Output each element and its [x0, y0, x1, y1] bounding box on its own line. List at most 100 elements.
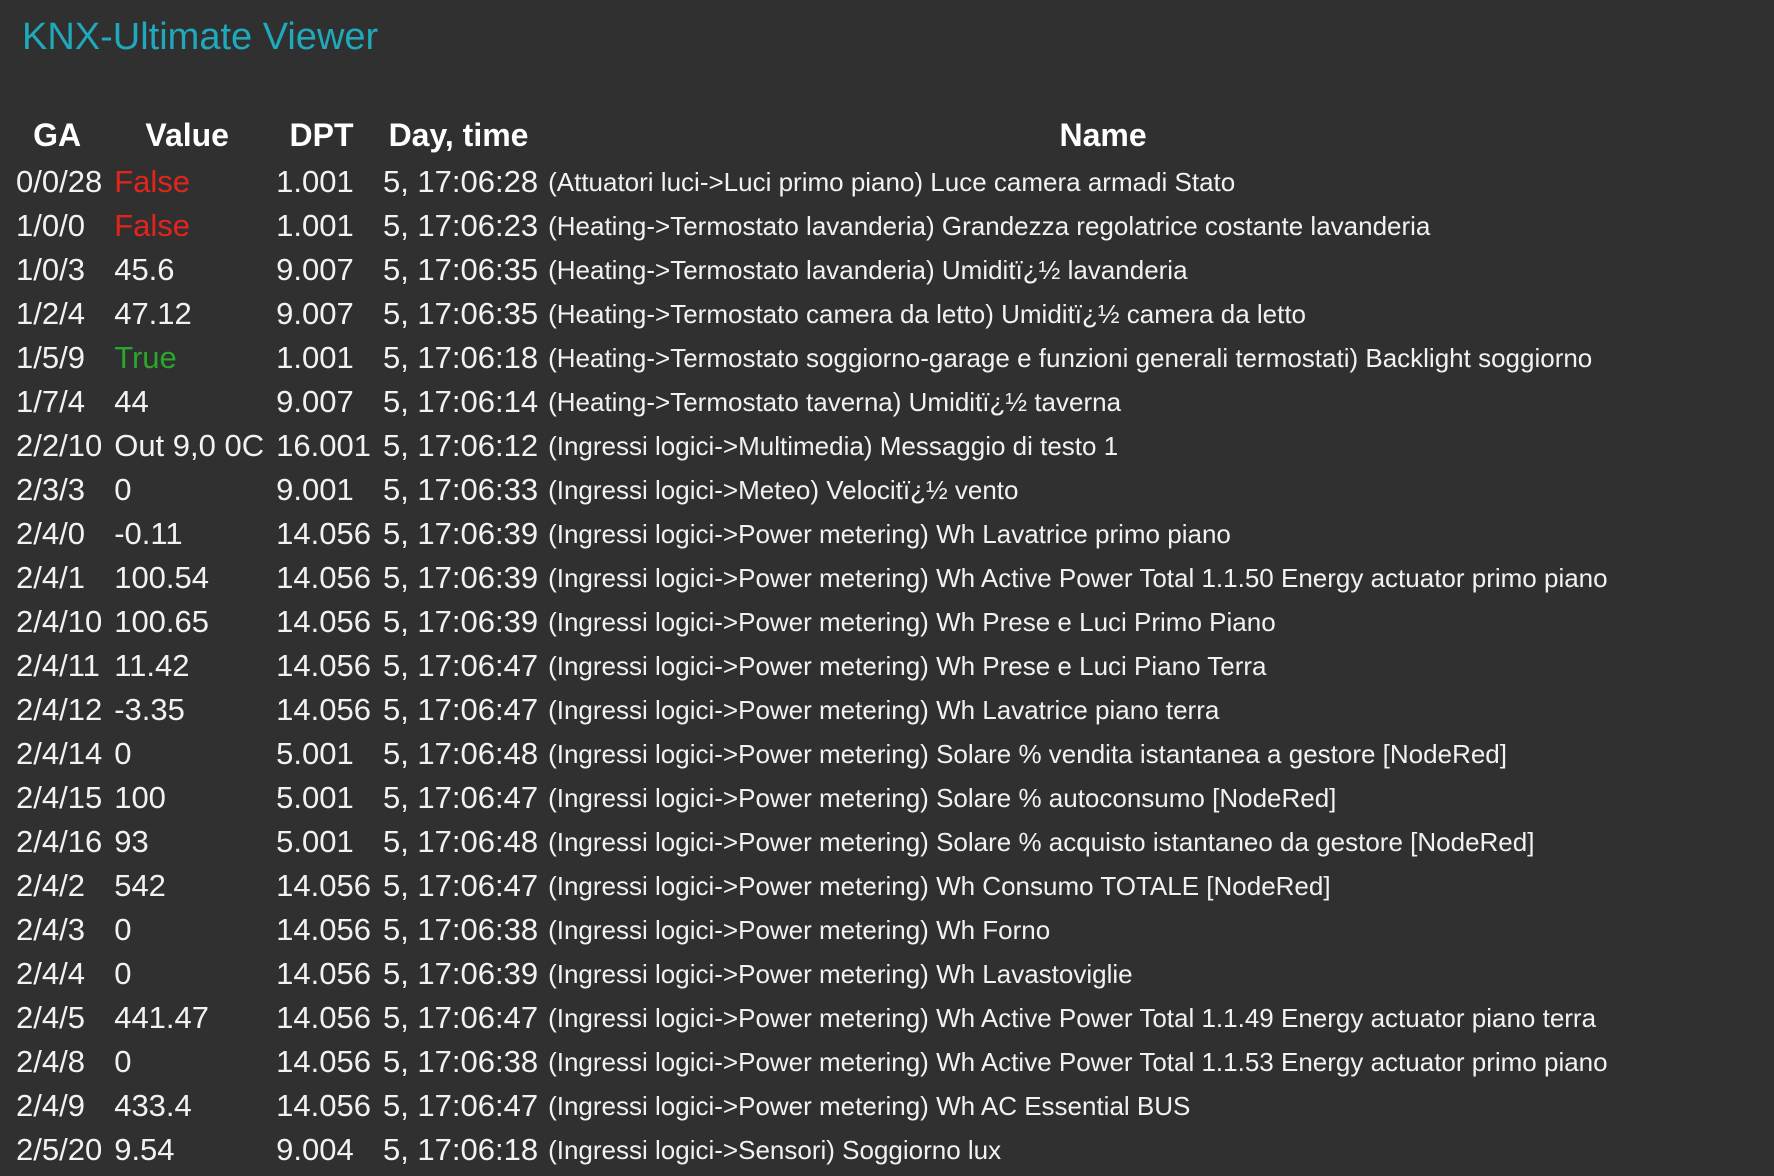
cell-ga: 2/4/2 — [16, 868, 85, 903]
cell-time: 5, 17:06:47 — [382, 868, 539, 903]
column-header-ga[interactable]: GA — [8, 110, 106, 160]
cell-dpt: 9.004 — [276, 1132, 354, 1167]
cell-value: 100.65 — [114, 604, 210, 639]
cell-name: (Ingressi logici->Power metering) Solare… — [548, 826, 1535, 857]
cell-ga: 2/2/10 — [16, 428, 103, 463]
cell-dpt: 14.056 — [276, 956, 371, 991]
cell-ga: 1/7/4 — [16, 384, 85, 419]
table-row[interactable]: 1/5/9 True 1.001 5, 17:06:18 (Heating->Termo… — [8, 336, 1664, 380]
cell-name: (Heating->Termostato soggiorno-garage e … — [548, 342, 1593, 373]
table-row[interactable]: 2/4/16 93 5.001 5, 17:06:48 (Ingressi logici… — [8, 820, 1664, 864]
table-row[interactable]: 2/4/0 -0.11 14.056 5, 17:06:39 (Ingressi log… — [8, 512, 1664, 556]
table-row[interactable]: 2/5/20 9.54 9.004 5, 17:06:18 (Ingressi logi… — [8, 1128, 1664, 1172]
cell-ga: 2/4/9 — [16, 1088, 85, 1123]
cell-value: 100.54 — [114, 560, 210, 595]
table-row[interactable]: 1/7/4 44 9.007 5, 17:06:14 (Heating->Termost… — [8, 380, 1664, 424]
cell-ga: 2/4/10 — [16, 604, 103, 639]
cell-dpt: 14.056 — [276, 648, 371, 683]
cell-name: (Ingressi logici->Power metering) Solare… — [548, 738, 1507, 769]
cell-name: (Ingressi logici->Power metering) Wh Pre… — [548, 606, 1276, 637]
cell-dpt: 9.007 — [276, 296, 354, 331]
cell-dpt: 14.056 — [276, 516, 371, 551]
cell-time: 5, 17:06:39 — [382, 956, 539, 991]
cell-time: 5, 17:06:47 — [382, 1088, 539, 1123]
cell-dpt: 14.056 — [276, 1044, 371, 1079]
cell-time: 5, 17:06:23 — [382, 208, 539, 243]
cell-name: (Ingressi logici->Power metering) Wh Lav… — [548, 694, 1220, 725]
cell-time: 5, 17:06:18 — [382, 340, 539, 375]
table-row[interactable]: 2/4/11 11.42 14.056 5, 17:06:47 (Ingressi lo… — [8, 644, 1664, 688]
cell-name: (Ingressi logici->Multimedia) Messaggio … — [548, 430, 1119, 461]
cell-dpt: 1.001 — [276, 340, 354, 375]
cell-ga: 2/4/16 — [16, 824, 103, 859]
cell-name: (Ingressi logici->Power metering) Wh For… — [548, 914, 1051, 945]
cell-value: False — [114, 164, 191, 199]
cell-ga: 2/5/20 — [16, 1132, 103, 1167]
app-title: KNX-Ultimate Viewer — [22, 16, 379, 58]
cell-time: 5, 17:06:12 — [382, 428, 539, 463]
table-row[interactable]: 1/0/0 False 1.001 5, 17:06:23 (Heating->Term… — [8, 204, 1664, 248]
cell-ga: 2/4/11 — [16, 648, 100, 683]
table-row[interactable]: 2/3/3 0 9.001 5, 17:06:33 (Ingressi logici->… — [8, 468, 1664, 512]
cell-ga: 1/2/4 — [16, 296, 85, 331]
cell-dpt: 9.007 — [276, 252, 354, 287]
cell-value: 45.6 — [114, 252, 175, 287]
cell-name: (Ingressi logici->Sensori) Soggiorno lux — [548, 1134, 1002, 1165]
table-row[interactable]: 2/2/10 Out 9,0 0C 16.001 5, 17:06:12 (Ingres… — [8, 424, 1664, 468]
cell-name: (Ingressi logici->Power metering) Wh Lav… — [548, 958, 1133, 989]
table-body: 0/0/28 False 1.001 5, 17:06:28 (Attuatori lu… — [8, 160, 1664, 1172]
cell-ga: 0/0/28 — [16, 164, 103, 199]
column-header-time[interactable]: Day, time — [375, 110, 542, 160]
cell-ga: 2/4/15 — [16, 780, 103, 815]
cell-ga: 2/4/14 — [16, 736, 103, 771]
table-row[interactable]: 1/0/3 45.6 9.007 5, 17:06:35 (Heating->Termo… — [8, 248, 1664, 292]
column-header-value[interactable]: Value — [106, 110, 268, 160]
table-row[interactable]: 2/4/3 0 14.056 5, 17:06:38 (Ingressi logici-… — [8, 908, 1664, 952]
table-row[interactable]: 2/4/10 100.65 14.056 5, 17:06:39 (Ingressi l… — [8, 600, 1664, 644]
table-row[interactable]: 2/4/5 441.47 14.056 5, 17:06:47 (Ingressi lo… — [8, 996, 1664, 1040]
cell-ga: 2/4/1 — [16, 560, 85, 595]
cell-time: 5, 17:06:48 — [382, 824, 539, 859]
cell-ga: 1/0/0 — [16, 208, 85, 243]
cell-time: 5, 17:06:33 — [382, 472, 539, 507]
cell-time: 5, 17:06:47 — [382, 692, 539, 727]
cell-time: 5, 17:06:14 — [382, 384, 539, 419]
cell-value: 0 — [114, 956, 132, 991]
table-row[interactable]: 2/4/12 -3.35 14.056 5, 17:06:47 (Ingressi lo… — [8, 688, 1664, 732]
table-row[interactable]: 2/4/1 100.54 14.056 5, 17:06:39 (Ingressi lo… — [8, 556, 1664, 600]
cell-value: 93 — [114, 824, 149, 859]
cell-ga: 1/5/9 — [16, 340, 85, 375]
cell-dpt: 14.056 — [276, 560, 371, 595]
table-row[interactable]: 2/4/2 542 14.056 5, 17:06:47 (Ingressi logic… — [8, 864, 1664, 908]
cell-ga: 2/3/3 — [16, 472, 85, 507]
cell-dpt: 14.056 — [276, 604, 371, 639]
cell-time: 5, 17:06:39 — [382, 560, 539, 595]
table-row[interactable]: 2/4/8 0 14.056 5, 17:06:38 (Ingressi logici-… — [8, 1040, 1664, 1084]
cell-value: False — [114, 208, 191, 243]
cell-name: (Ingressi logici->Power metering) Wh Con… — [548, 870, 1331, 901]
cell-name: (Heating->Termostato lavanderia) Umiditï… — [548, 254, 1188, 285]
cell-ga: 2/4/5 — [16, 1000, 85, 1035]
cell-value: -0.11 — [114, 516, 183, 551]
cell-name: (Ingressi logici->Power metering) Wh Act… — [548, 1046, 1608, 1077]
table-row[interactable]: 2/4/15 100 5.001 5, 17:06:47 (Ingressi logic… — [8, 776, 1664, 820]
cell-value: Out 9,0 0C — [114, 428, 265, 463]
table-row[interactable]: 1/2/4 47.12 9.007 5, 17:06:35 (Heating->Term… — [8, 292, 1664, 336]
table-row[interactable]: 2/4/4 0 14.056 5, 17:06:39 (Ingressi logici-… — [8, 952, 1664, 996]
cell-name: (Heating->Termostato camera da letto) Um… — [548, 298, 1307, 329]
cell-value: 0 — [114, 472, 132, 507]
table-row[interactable]: 0/0/28 False 1.001 5, 17:06:28 (Attuatori lu… — [8, 160, 1664, 204]
cell-value: 433.4 — [114, 1088, 192, 1123]
cell-ga: 1/0/3 — [16, 252, 85, 287]
cell-dpt: 5.001 — [276, 736, 354, 771]
ga-table: GA Value DPT Day, time Name 0/0/28 False 1… — [8, 110, 1664, 1172]
cell-value: 542 — [114, 868, 166, 903]
cell-dpt: 5.001 — [276, 824, 354, 859]
table-row[interactable]: 2/4/14 0 5.001 5, 17:06:48 (Ingressi logici-… — [8, 732, 1664, 776]
column-header-dpt[interactable]: DPT — [268, 110, 375, 160]
cell-name: (Ingressi logici->Power metering) Wh Pre… — [548, 650, 1267, 681]
table-row[interactable]: 2/4/9 433.4 14.056 5, 17:06:47 (Ingressi log… — [8, 1084, 1664, 1128]
column-header-name[interactable]: Name — [542, 110, 1664, 160]
cell-name: (Heating->Termostato taverna) Umiditï¿½ … — [548, 386, 1122, 417]
cell-dpt: 14.056 — [276, 912, 371, 947]
